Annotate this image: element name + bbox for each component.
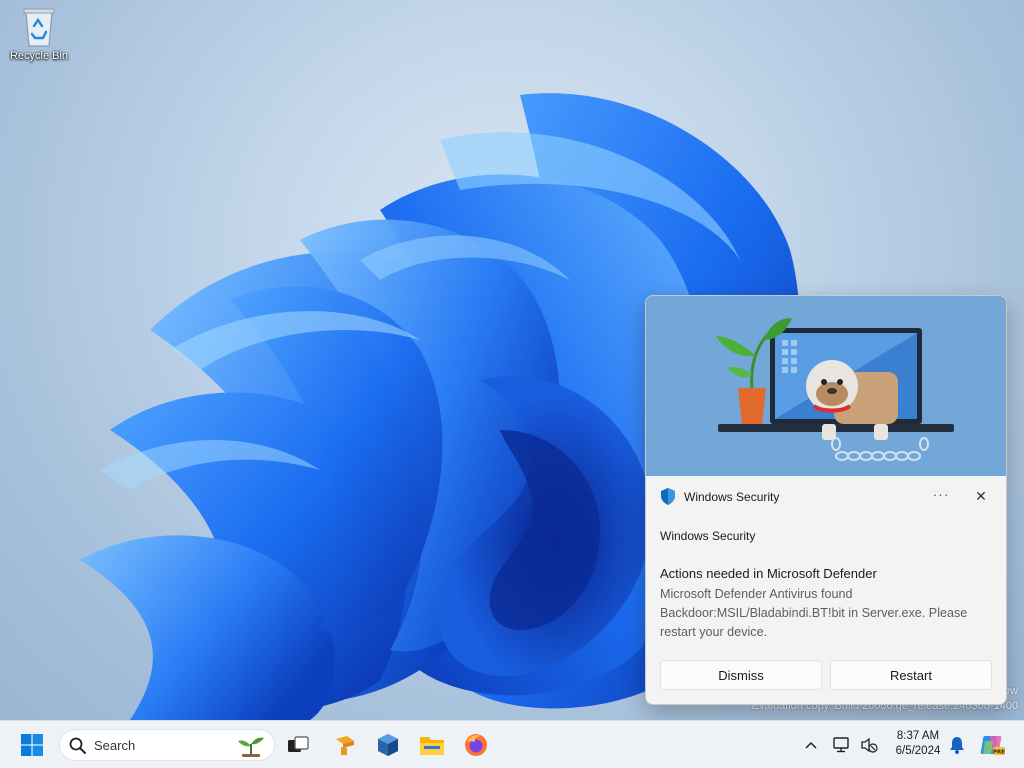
- windows-security-shield-icon: [661, 488, 675, 505]
- dismiss-button[interactable]: Dismiss: [660, 660, 822, 690]
- windows-logo-icon: [21, 734, 43, 756]
- task-view-icon: [288, 736, 309, 752]
- recycle-bin-label: Recycle Bin: [9, 50, 69, 62]
- search-highlight-plant-icon: [238, 737, 264, 757]
- show-hidden-icons-button[interactable]: [796, 729, 826, 761]
- taskbar-clock[interactable]: 8:37 AM 6/5/2024: [888, 729, 948, 759]
- network-status-button[interactable]: [830, 729, 854, 761]
- restart-button[interactable]: Restart: [830, 660, 992, 690]
- toast-hero-illustration: [646, 296, 1006, 476]
- virtualbox-icon: [378, 734, 398, 756]
- firefox-button[interactable]: [460, 729, 492, 761]
- network-icon: [833, 737, 849, 753]
- copilot-button[interactable]: PRE: [976, 729, 1008, 761]
- virtualbox-button[interactable]: [372, 729, 404, 761]
- toast-source: Windows Security: [660, 529, 756, 543]
- chevron-up-icon: [805, 741, 817, 749]
- volume-muted-icon: [861, 737, 878, 753]
- notifications-button[interactable]: [944, 729, 970, 761]
- volume-status-button[interactable]: [856, 729, 882, 761]
- copilot-icon: PRE: [980, 736, 1005, 756]
- taskbar-search-box[interactable]: Search: [59, 729, 275, 761]
- recycle-bin-shortcut[interactable]: Recycle Bin: [4, 4, 74, 62]
- setup-app-icon: [336, 736, 354, 755]
- close-icon[interactable]: ✕: [969, 484, 993, 508]
- firefox-icon: [465, 734, 487, 756]
- clock-date: 6/5/2024: [895, 745, 941, 757]
- clock-time: 8:37 AM: [896, 730, 940, 742]
- toast-title: Actions needed in Microsoft Defender: [660, 566, 877, 581]
- toast-app-name: Windows Security: [684, 490, 780, 504]
- toast-header: Windows Security ··· ✕: [646, 476, 1006, 516]
- start-button[interactable]: [16, 729, 48, 761]
- recycle-bin-icon: [23, 8, 55, 47]
- search-placeholder: Search: [94, 738, 136, 753]
- bell-icon: [950, 737, 964, 754]
- file-explorer-icon: [420, 737, 444, 755]
- more-options-button[interactable]: ···: [929, 484, 953, 508]
- task-view-button[interactable]: [282, 729, 314, 761]
- taskbar: Search 8:37 AM 6/5/2024 PRE: [0, 720, 1024, 768]
- search-icon: [69, 737, 86, 754]
- setup-app-button[interactable]: [329, 729, 361, 761]
- file-explorer-button[interactable]: [416, 729, 448, 761]
- svg-text:PRE: PRE: [993, 750, 1005, 756]
- security-toast-notification[interactable]: Windows Security ··· ✕ Windows Security …: [645, 295, 1007, 705]
- toast-body: Microsoft Defender Antivirus found Backd…: [660, 587, 968, 639]
